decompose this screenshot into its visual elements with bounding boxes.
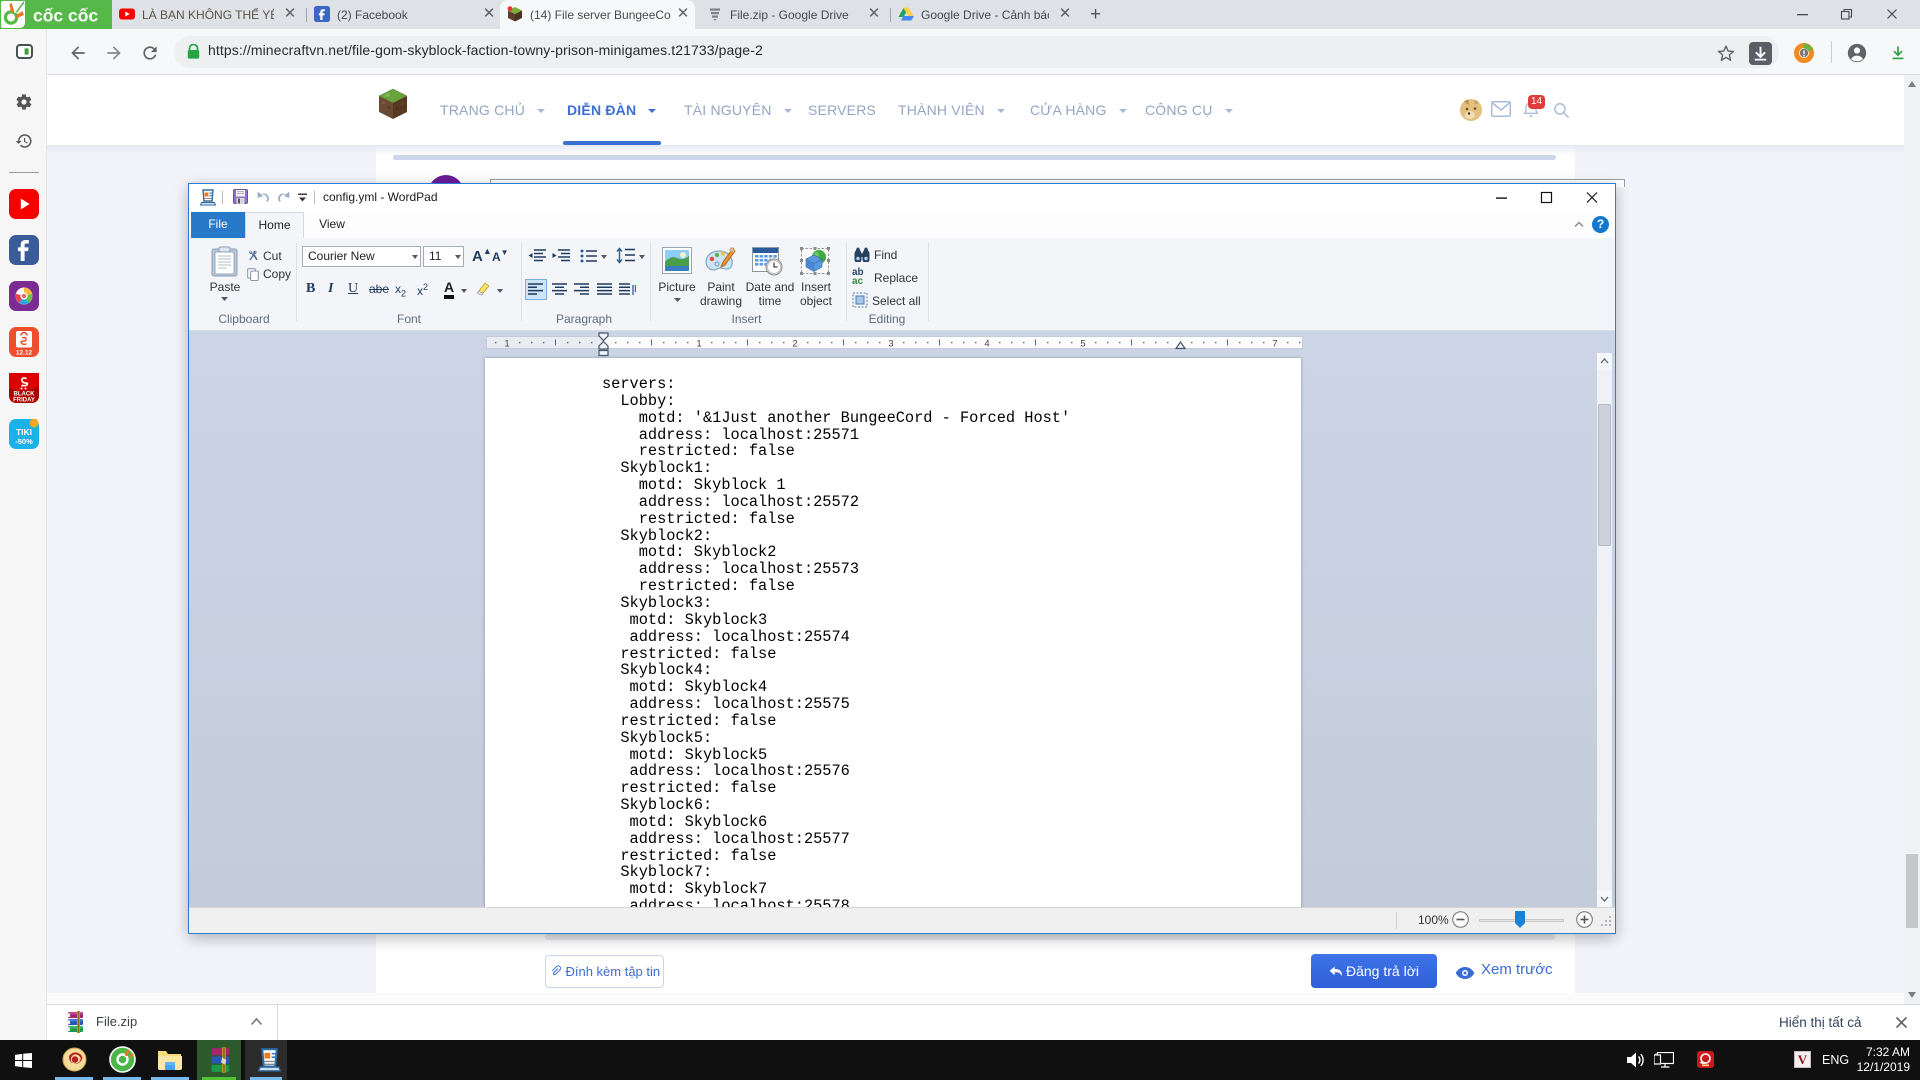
svg-text:cốc cốc: cốc cốc <box>33 6 98 26</box>
svg-text:3: 3 <box>888 339 893 349</box>
svg-text:FRIDAY: FRIDAY <box>13 398 35 404</box>
svg-text:TIKI: TIKI <box>16 427 32 437</box>
svg-text:5: 5 <box>1080 339 1085 349</box>
svg-text:7: 7 <box>1272 339 1277 349</box>
svg-text:1: 1 <box>696 339 701 349</box>
svg-text:4: 4 <box>984 339 989 349</box>
svg-text:1: 1 <box>504 339 509 349</box>
svg-text:12.12: 12.12 <box>16 350 33 357</box>
svg-text:-50%: -50% <box>15 437 33 446</box>
svg-text:2: 2 <box>792 339 797 349</box>
